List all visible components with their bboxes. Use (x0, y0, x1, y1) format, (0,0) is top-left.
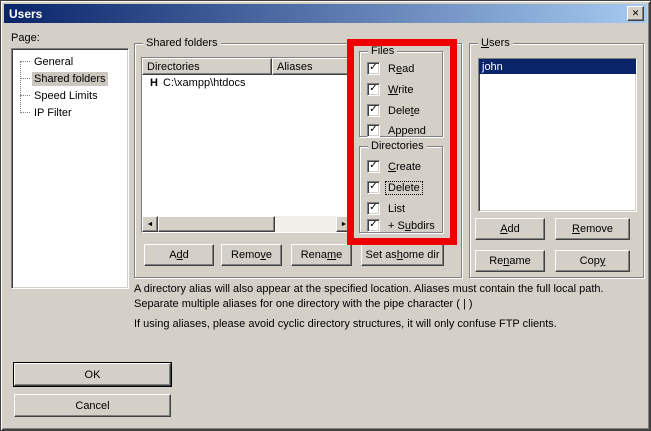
checkmark-icon: ✓ (369, 220, 377, 230)
tree-item-label: Speed Limits (32, 89, 100, 103)
directories-group-label: Directories (368, 140, 427, 153)
delete-files-checkbox[interactable]: ✓ (367, 104, 380, 117)
append-checkbox-label: Append (386, 125, 428, 137)
add-directory-button[interactable]: Add (144, 244, 214, 266)
title-bar[interactable]: Users ✕ (4, 4, 647, 23)
tree-item-label: IP Filter (32, 106, 74, 120)
tree-item-general[interactable]: General (12, 53, 128, 70)
checkmark-icon: ✓ (369, 63, 377, 73)
scroll-right-button[interactable]: ► (336, 216, 352, 232)
column-header-aliases[interactable]: Aliases (272, 58, 352, 75)
tree-item-speed-limits[interactable]: Speed Limits (12, 87, 128, 104)
read-checkbox[interactable]: ✓ (367, 62, 380, 75)
read-checkbox-label: Read (386, 63, 416, 75)
checkmark-icon: ✓ (369, 203, 377, 213)
ok-button[interactable]: OK (14, 363, 171, 386)
remove-directory-button[interactable]: Remove (221, 244, 282, 266)
directory-row[interactable]: H C:\xampp\htdocs (142, 75, 352, 91)
user-name: john (482, 61, 503, 73)
column-header-directories[interactable]: Directories (142, 58, 272, 75)
home-dir-marker: H (150, 77, 163, 89)
tree-item-ip-filter[interactable]: IP Filter (12, 104, 128, 121)
horizontal-scrollbar[interactable]: ◄ ► (142, 216, 352, 232)
shared-folders-group-label: Shared folders (143, 37, 221, 50)
scrollbar-track[interactable] (275, 216, 336, 232)
subdirs-checkbox-label: + Subdirs (386, 220, 437, 232)
write-checkbox-label: Write (386, 84, 415, 96)
subdirs-checkbox[interactable]: ✓ (367, 219, 380, 232)
checkmark-icon: ✓ (369, 84, 377, 94)
list-checkbox[interactable]: ✓ (367, 202, 380, 215)
checkmark-icon: ✓ (369, 125, 377, 135)
tree-item-label: General (32, 55, 75, 69)
rename-directory-button[interactable]: Rename (291, 244, 352, 266)
page-label: Page: (11, 32, 40, 44)
users-group-label: Users (478, 37, 513, 50)
listview-rows: H C:\xampp\htdocs (142, 75, 352, 216)
remove-user-button[interactable]: Remove (555, 218, 630, 240)
delete-dirs-checkbox[interactable]: ✓ (367, 181, 380, 194)
append-checkbox[interactable]: ✓ (367, 124, 380, 137)
users-group: Users john Add Remove Rename Copy (469, 43, 644, 278)
write-checkbox[interactable]: ✓ (367, 83, 380, 96)
directory-path: C:\xampp\htdocs (163, 77, 246, 89)
scroll-right-icon: ► (341, 221, 348, 228)
delete-dirs-checkbox-label: Delete (386, 182, 422, 194)
window-title: Users (9, 7, 42, 21)
set-as-home-dir-button[interactable]: Set as home dir (361, 244, 444, 266)
scrollbar-thumb[interactable] (158, 216, 275, 232)
page-tree[interactable]: General Shared folders Speed Limits IP F… (11, 48, 129, 289)
copy-user-button[interactable]: Copy (555, 250, 630, 272)
user-item-john[interactable]: john (479, 59, 636, 74)
add-user-button[interactable]: Add (475, 218, 545, 240)
scroll-left-icon: ◄ (147, 221, 154, 228)
tree-item-shared-folders[interactable]: Shared folders (12, 70, 128, 87)
create-checkbox[interactable]: ✓ (367, 160, 380, 173)
list-checkbox-label: List (386, 203, 407, 215)
directories-listview[interactable]: Directories Aliases H C:\xampp\htdocs ◄ … (141, 57, 353, 233)
cancel-button[interactable]: Cancel (14, 394, 171, 417)
checkmark-icon: ✓ (369, 182, 377, 192)
users-list[interactable]: john (478, 58, 637, 212)
scroll-left-button[interactable]: ◄ (142, 216, 158, 232)
cyclic-note: If using aliases, please avoid cyclic di… (134, 317, 608, 332)
tree-item-label: Shared folders (32, 72, 108, 86)
rename-user-button[interactable]: Rename (475, 250, 545, 272)
checkmark-icon: ✓ (369, 161, 377, 171)
listview-header: Directories Aliases (142, 58, 352, 75)
delete-files-checkbox-label: Delete (386, 105, 422, 117)
files-group-label: Files (368, 45, 397, 58)
notes-area: A directory alias will also appear at th… (134, 282, 608, 337)
checkmark-icon: ✓ (369, 105, 377, 115)
users-dialog: Users ✕ Page: General Shared folders Spe… (0, 0, 651, 431)
close-button[interactable]: ✕ (627, 6, 644, 21)
close-icon: ✕ (632, 8, 640, 19)
alias-note: A directory alias will also appear at th… (134, 282, 608, 312)
create-checkbox-label: Create (386, 161, 423, 173)
